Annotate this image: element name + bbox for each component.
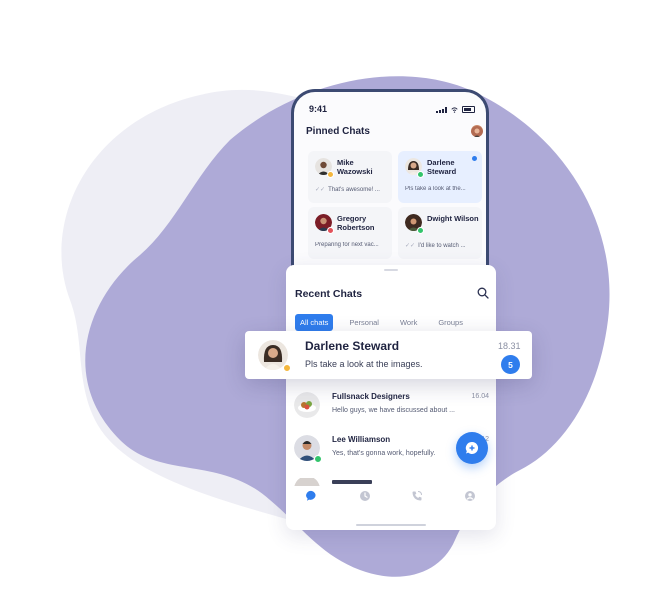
phone-frame: 9:41 Pinned Chats Mike Wazowski ✓✓ That's… [291, 89, 489, 289]
nav-calls[interactable] [411, 490, 423, 502]
chat-time: 18.31 [498, 341, 521, 351]
status-dot [417, 227, 424, 234]
nav-profile[interactable] [464, 490, 476, 502]
pinned-card-darlene[interactable]: Darlene Steward Pls take a look at the..… [398, 151, 482, 203]
chat-row-fullsnack[interactable]: Fullsnack Designers Hello guys, we have … [294, 392, 494, 428]
sheet-handle[interactable] [384, 269, 398, 271]
new-chat-icon [465, 441, 479, 454]
tab-work[interactable]: Work [395, 314, 422, 331]
pinned-card-mike[interactable]: Mike Wazowski ✓✓ That's awesome! ... [308, 151, 392, 203]
status-dot [314, 455, 322, 463]
profile-icon [464, 491, 475, 501]
home-indicator [356, 524, 426, 526]
chat-name [332, 480, 372, 484]
pinned-message: Pls take a look at the... [405, 186, 466, 192]
status-time: 9:41 [309, 104, 328, 114]
chat-name: Lee Williamson [332, 435, 391, 444]
chat-name: Fullsnack Designers [332, 392, 410, 401]
recent-chats-title: Recent Chats [295, 288, 363, 300]
pinned-chats-title: Pinned Chats [306, 126, 370, 137]
user-avatar[interactable] [471, 125, 483, 137]
status-dot [283, 364, 291, 372]
tab-personal[interactable]: Personal [344, 314, 384, 331]
clock-icon [359, 491, 370, 501]
chat-filter-tabs: All chats Personal Work Groups [295, 314, 479, 331]
pinned-name: Mike Wazowski [337, 158, 373, 176]
status-dot [327, 227, 334, 234]
unread-count-badge: 5 [501, 355, 520, 374]
search-icon[interactable] [477, 287, 489, 299]
chat-message: Pls take a look at the images. [305, 359, 423, 369]
nav-chats[interactable] [306, 490, 318, 502]
pinned-message: Preparing for next vac... [315, 242, 379, 248]
bottom-nav [286, 486, 496, 506]
nav-recent[interactable] [359, 490, 371, 502]
pinned-name: Gregory Robertson [337, 214, 375, 232]
pinned-card-dwight[interactable]: Dwight Wilson ✓✓ I'd like to watch ... [398, 207, 482, 259]
status-dot [417, 171, 424, 178]
chat-message: Hello guys, we have discussed about ... [332, 407, 455, 414]
new-chat-button[interactable] [456, 432, 488, 464]
read-check-icon: ✓✓ [405, 243, 416, 249]
signal-icon [436, 106, 447, 113]
status-icons [436, 106, 475, 113]
chat-time: 16.04 [471, 393, 489, 400]
tab-all-chats[interactable]: All chats [295, 314, 334, 331]
wifi-icon [451, 106, 458, 113]
pinned-card-gregory[interactable]: Gregory Robertson Preparing for next vac… [308, 207, 392, 259]
pinned-message: ✓✓ That's awesome! ... [315, 187, 380, 193]
phone-icon [412, 491, 423, 501]
avatar [294, 478, 320, 486]
status-dot [327, 171, 334, 178]
chat-message: Yes, that's gonna work, hopefully. [332, 450, 436, 457]
pinned-name: Dwight Wilson [427, 214, 479, 223]
chat-row-partial[interactable] [294, 478, 494, 486]
chat-name: Darlene Steward [305, 339, 400, 353]
pinned-message: ✓✓ I'd like to watch ... [405, 243, 466, 249]
pinned-name: Darlene Steward [427, 158, 457, 176]
chats-icon [306, 490, 316, 501]
read-check-icon: ✓✓ [315, 187, 326, 193]
highlighted-chat-card[interactable]: Darlene Steward Pls take a look at the i… [245, 331, 532, 379]
battery-icon [462, 106, 475, 113]
avatar [294, 392, 320, 418]
tab-groups[interactable]: Groups [433, 314, 468, 331]
